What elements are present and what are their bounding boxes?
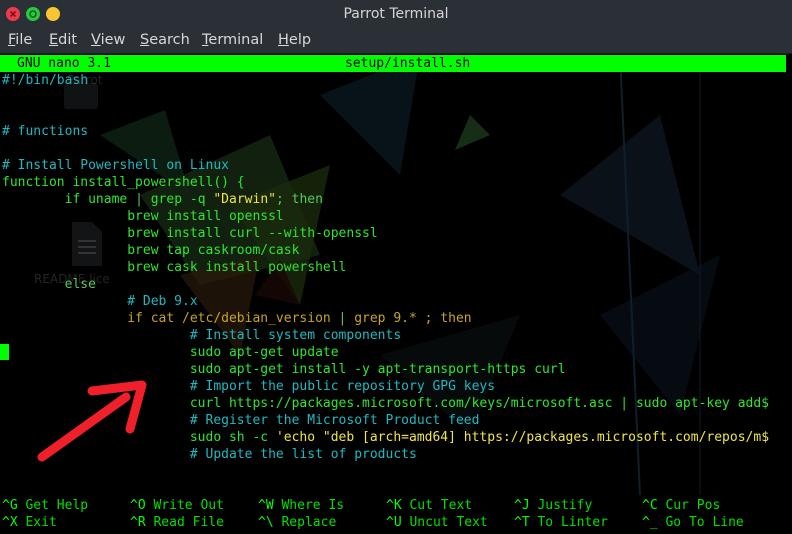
code-line: # Install system components — [2, 327, 401, 344]
code-token: sudo apt-get update — [2, 345, 339, 360]
shortcut-key: ^C — [642, 498, 658, 513]
shortcut-replace[interactable]: ^\ Replace — [258, 514, 336, 531]
code-token: if cat /etc/debian_version — [2, 311, 339, 326]
shortcut-label: Read File — [153, 515, 224, 530]
shortcut-write-out[interactable]: ^O Write Out — [130, 497, 224, 514]
shortcut-exit[interactable]: ^X Exit — [2, 514, 57, 531]
shortcut-label: Justify — [537, 498, 593, 513]
code-token: uname — [80, 192, 136, 207]
code-token: brew install openssl — [2, 209, 284, 224]
shortcut-label: To Linter — [537, 515, 608, 530]
code-token: brew cask install powershell — [2, 260, 347, 275]
code-token: 'echo "deb [arch=amd64] https://packages… — [275, 430, 770, 445]
code-line: function install_powershell() { — [2, 174, 245, 191]
shortcut-label: Uncut Text — [409, 515, 488, 530]
nano-header-bar: GNU nano 3.1 setup/install.sh — [0, 55, 786, 72]
shortcut-label: Replace — [281, 515, 337, 530]
code-token: function install_powershell() { — [2, 175, 245, 190]
window-title: Parrot Terminal — [343, 6, 449, 22]
code-line: brew install curl --with-openssl — [2, 225, 378, 242]
code-line: brew cask install powershell — [2, 259, 346, 276]
code-line: # functions — [2, 123, 88, 140]
code-token: if — [64, 192, 81, 207]
shortcut-key: ^_ — [642, 515, 658, 530]
code-line: else — [2, 276, 96, 293]
shortcut-go-to-line[interactable]: ^_ Go To Line — [642, 514, 744, 531]
shortcut-label: Write Out — [153, 498, 224, 513]
code-line: brew install openssl — [2, 208, 284, 225]
code-line: brew tap caskroom/cask — [2, 242, 299, 259]
menu-view[interactable]: View — [91, 32, 125, 48]
code-line: sudo apt-get update — [2, 344, 339, 361]
shortcut-to-linter[interactable]: ^T To Linter — [514, 514, 608, 531]
terminal-area[interactable]: Parrot README.lice GNU nano 3.1 setup/in… — [0, 55, 792, 534]
shortcut-key: ^W — [258, 498, 274, 513]
shortcut-label: Exit — [25, 515, 57, 530]
menu-file[interactable]: File — [8, 32, 32, 48]
code-token: grep 9.* ; then — [346, 311, 472, 326]
code-token: | — [135, 192, 143, 207]
code-token: "Darwin" — [213, 192, 276, 207]
shortcut-get-help[interactable]: ^G Get Help — [2, 497, 88, 514]
nano-shortcut-bar: ^G Get Help ^X Exit ^O Write Out ^R Read Fi… — [0, 496, 792, 534]
code-token: else — [2, 277, 96, 292]
shortcut-read-file[interactable]: ^R Read File — [130, 514, 224, 531]
shortcut-cut-text[interactable]: ^K Cut Text — [386, 497, 472, 514]
menu-edit[interactable]: Edit — [49, 32, 77, 48]
text-cursor — [0, 344, 9, 360]
code-token: # functions — [2, 124, 89, 139]
shortcut-label: Go To Line — [665, 515, 744, 530]
code-token: # Install system components — [2, 328, 402, 343]
shortcut-cur-pos[interactable]: ^C Cur Pos — [642, 497, 720, 514]
shortcut-key: ^G — [2, 498, 18, 513]
shortcut-key: ^U — [386, 515, 402, 530]
shortcut-key: ^J — [514, 498, 530, 513]
shortcut-label: Cur Pos — [665, 498, 721, 513]
nano-filename: setup/install.sh — [345, 56, 471, 71]
code-token: grep -q — [142, 192, 214, 207]
menu-help[interactable]: Help — [278, 32, 311, 48]
shortcut-label: Where Is — [281, 498, 345, 513]
code-line: # Install Powershell on Linux — [2, 157, 229, 174]
code-token: ; then — [275, 192, 323, 207]
menu-search[interactable]: Search — [140, 32, 190, 48]
code-token: # Deb 9.x — [2, 294, 198, 309]
code-line: sudo apt-get install -y apt-transport-ht… — [2, 361, 566, 378]
menu-bar: File Edit View Search Terminal Help — [0, 30, 792, 54]
shortcut-key: ^\ — [258, 515, 274, 530]
shortcut-key: ^R — [130, 515, 146, 530]
red-arrow-annotation — [37, 380, 147, 462]
code-token: sudo apt-get install -y apt-transport-ht… — [2, 362, 566, 377]
shortcut-key: ^X — [2, 515, 18, 530]
code-line: # Deb 9.x — [2, 293, 198, 310]
shortcut-key: ^O — [130, 498, 146, 513]
shortcut-uncut-text[interactable]: ^U Uncut Text — [386, 514, 488, 531]
menu-terminal[interactable]: Terminal — [202, 32, 263, 48]
code-line: #!/bin/bash — [2, 72, 88, 89]
shortcut-key: ^K — [386, 498, 402, 513]
code-token: #!/bin/bash — [2, 73, 89, 88]
code-line: if cat /etc/debian_version | grep 9.* ; … — [2, 310, 472, 327]
code-line: if uname | grep -q "Darwin"; then — [2, 191, 323, 208]
nano-version: GNU nano 3.1 — [17, 56, 111, 71]
code-token: brew tap caskroom/cask — [2, 243, 300, 258]
shortcut-key: ^T — [514, 515, 530, 530]
shortcut-justify[interactable]: ^J Justify — [514, 497, 592, 514]
shortcut-where-is[interactable]: ^W Where Is — [258, 497, 344, 514]
shortcut-label: Get Help — [25, 498, 89, 513]
shortcut-label: Cut Text — [409, 498, 473, 513]
code-token: brew install curl --with-openssl — [2, 226, 378, 241]
window-titlebar: Parrot Terminal — [0, 0, 792, 30]
code-token: # Install Powershell on Linux — [2, 158, 229, 173]
